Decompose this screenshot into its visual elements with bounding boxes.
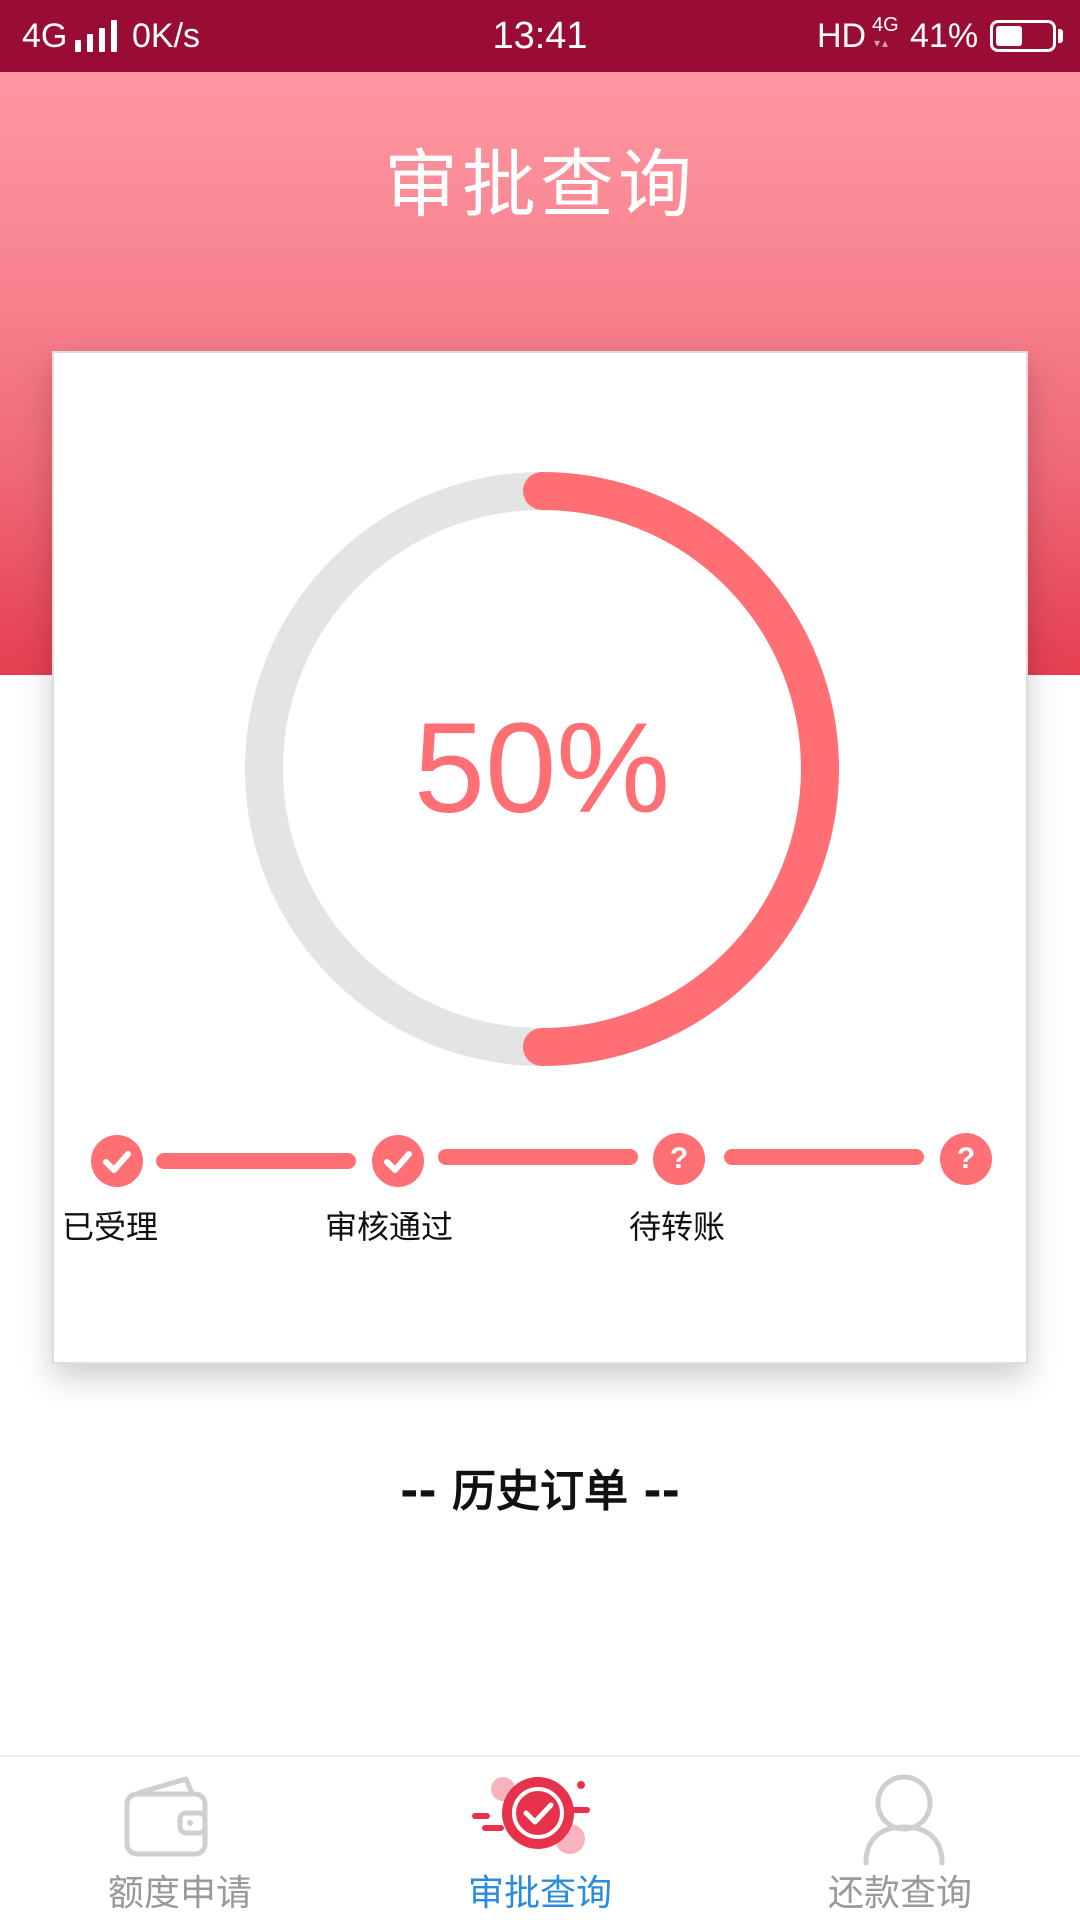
step-node-final: ?: [940, 1133, 992, 1185]
page-title: 审批查询: [384, 142, 696, 228]
user-icon: [863, 1774, 945, 1866]
battery-percent: 41%: [910, 17, 979, 55]
progress-percent: 50%: [413, 697, 671, 840]
tab-approval-query[interactable]: 审批查询: [360, 1757, 720, 1920]
check-icon: [384, 1151, 412, 1173]
step-connector: [724, 1149, 924, 1165]
check-icon: [103, 1151, 131, 1173]
tab-credit-apply-label: 额度申请: [107, 1873, 252, 1914]
step-node-approved: [372, 1135, 424, 1187]
step-connector: [438, 1149, 638, 1165]
data-activity-icon: ▾▴: [874, 36, 891, 50]
step-label-accepted: 已受理: [62, 1208, 159, 1246]
step-node-accepted: [91, 1135, 143, 1187]
tab-repayment-query-label: 还款查询: [827, 1873, 972, 1914]
wallet-icon: [124, 1776, 208, 1857]
step-node-pending-transfer: ?: [653, 1133, 705, 1185]
tab-credit-apply[interactable]: 额度申请: [0, 1757, 360, 1920]
tab-approval-query-label: 审批查询: [467, 1873, 612, 1914]
progress-card: 50% ? ? 已受理 审核通过 待转账: [52, 351, 1028, 1364]
status-bar: 4G 0K/s 13:41 HD 4G ▾▴ 41%: [0, 0, 1080, 72]
history-orders-title: -- 历史订单 --: [400, 1466, 680, 1517]
question-icon: ?: [669, 1142, 689, 1175]
battery-tip: [1058, 29, 1063, 43]
step-label-approved: 审核通过: [325, 1208, 454, 1246]
tab-repayment-query[interactable]: 还款查询: [720, 1757, 1080, 1920]
battery-icon: [990, 20, 1056, 52]
step-label-pending-transfer: 待转账: [629, 1208, 726, 1246]
hd-indicator: HD: [817, 17, 867, 55]
step-connector: [156, 1153, 356, 1169]
bottom-tab-bar: 额度申请 审批查询 还款查询: [0, 1755, 1080, 1920]
approval-check-icon: [472, 1777, 590, 1854]
question-icon: ?: [956, 1142, 976, 1175]
network-small-indicator: 4G: [872, 14, 899, 36]
